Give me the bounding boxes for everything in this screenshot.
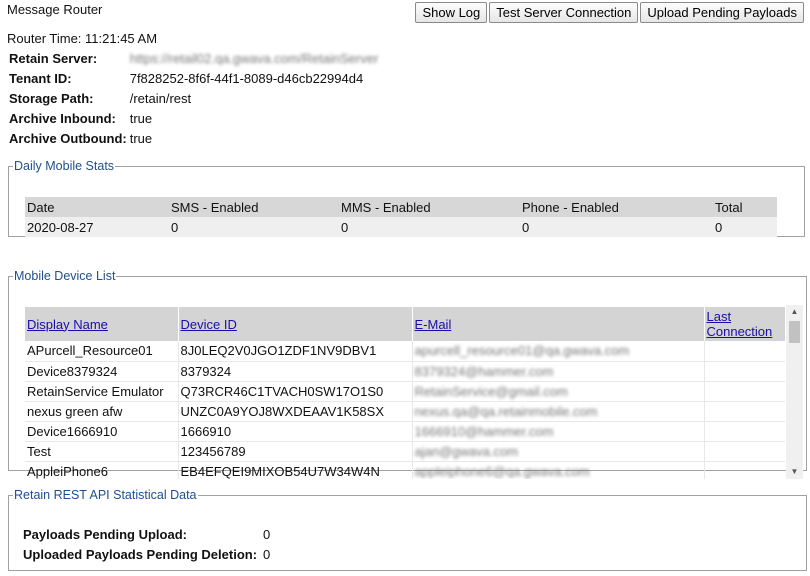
column-header-display-name[interactable]: Display Name [25,307,179,341]
stats-cell: 0 [339,217,520,237]
scroll-up-arrow-icon[interactable]: ▲ [786,305,803,319]
mobile-device-list-panel: Mobile Device List Display Name Device I… [8,269,807,479]
device-email: apurcell_resource01@qa.gwava.com [412,341,705,362]
device-id: 1666910 [178,421,413,442]
scroll-down-arrow-icon[interactable]: ▼ [786,465,803,479]
device-email: 1666910@hammer.com [412,421,705,442]
device-id: 8379324 [178,361,413,382]
rest-stats-table: Payloads Pending Upload: 0 Uploaded Payl… [23,524,270,564]
sort-display-name-link[interactable]: Display Name [27,317,108,332]
mobile-device-list-legend: Mobile Device List [14,269,116,283]
table-row[interactable]: nexus green afw UNZC0A9YOJ8WXDEAAV1K58SX… [25,401,785,422]
device-display-name: RetainService Emulator [25,381,179,402]
device-last-connection [704,461,785,479]
toolbar: Show Log Test Server Connection Upload P… [415,2,804,23]
stats-cell: 0 [713,217,777,237]
device-last-connection [704,421,785,442]
table-row[interactable]: Device8379324 8379324 8379324@hammer.com [25,361,785,382]
daily-mobile-stats-panel: Daily Mobile Stats Date SMS - Enabled MM… [8,159,805,237]
sort-device-id-link[interactable]: Device ID [181,317,237,332]
device-email: RetainService@gmail.com [412,381,705,402]
column-header-email[interactable]: E-Mail [412,307,705,341]
device-email: ajan@gwava.com [412,441,705,462]
retain-rest-api-stats-legend: Retain REST API Statistical Data [14,488,197,502]
retain-rest-api-stats-panel: Retain REST API Statistical Data Payload… [8,488,807,571]
stats-header-phone: Phone - Enabled [520,197,713,217]
storage-path-value: /retain/rest [129,90,192,106]
column-header-device-id[interactable]: Device ID [178,307,413,341]
storage-path-label: Storage Path: [9,90,94,106]
sort-email-link[interactable]: E-Mail [415,317,452,332]
archive-outbound-label: Archive Outbound: [9,130,127,146]
device-email: appleiphone6@qa.gwava.com [412,461,705,479]
upload-pending-payloads-button[interactable]: Upload Pending Payloads [640,2,804,23]
device-id: Q73RCR46C1TVACH0SW17O1S0 [178,381,413,402]
device-id: 123456789 [178,441,413,462]
table-row[interactable]: RetainService Emulator Q73RCR46C1TVACH0S… [25,381,785,402]
table-row[interactable]: APurcell_Resource01 8J0LEQ2V0JGO1ZDF1NV9… [25,341,785,362]
stats-cell: 2020-08-27 [25,217,169,237]
device-display-name: AppleiPhone6 [25,461,179,479]
show-log-button[interactable]: Show Log [415,2,488,23]
device-display-name: APurcell_Resource01 [25,341,179,362]
stats-header-mms: MMS - Enabled [339,197,520,217]
table-row[interactable]: AppleiPhone6 EB4EFQEI9MIXOB54U7W34W4N ap… [25,461,785,479]
device-list-scrollbar[interactable]: ▲ ▼ [786,305,803,479]
archive-inbound-label: Archive Inbound: [9,110,116,126]
payloads-pending-deletion-label: Uploaded Payloads Pending Deletion: [23,546,258,562]
scrollbar-thumb[interactable] [789,321,800,343]
device-last-connection [704,361,785,382]
stats-header-date: Date [25,197,169,217]
app-title: Message Router [7,2,103,17]
daily-mobile-stats-legend: Daily Mobile Stats [14,159,115,173]
tenant-id-label: Tenant ID: [9,70,72,86]
table-row: 2020-08-27 0 0 0 0 [25,217,777,237]
device-id: EB4EFQEI9MIXOB54U7W34W4N [178,461,413,479]
device-email: 8379324@hammer.com [412,361,705,382]
device-display-name: Device1666910 [25,421,179,442]
retain-server-label: Retain Server: [9,50,98,66]
column-header-last-connection[interactable]: Last Connection [704,307,785,341]
retain-server-value: https://retail02.qa.gwava.com/RetainServ… [129,50,379,66]
stats-header-total: Total [713,197,777,217]
stats-cell: 0 [169,217,339,237]
table-row[interactable]: Test 123456789 ajan@gwava.com [25,441,785,462]
stats-header-sms: SMS - Enabled [169,197,339,217]
device-display-name: Test [25,441,179,462]
device-display-name: Device8379324 [25,361,179,382]
payloads-pending-upload-label: Payloads Pending Upload: [23,526,187,542]
archive-inbound-value: true [129,110,153,126]
device-last-connection [704,381,785,402]
payloads-pending-upload-value: 0 [263,526,271,542]
archive-outbound-value: true [129,130,153,146]
test-server-connection-button[interactable]: Test Server Connection [489,2,639,23]
device-email: nexus.qa@qa.retainmobile.com [412,401,705,422]
mobile-device-table: Display Name Device ID E-Mail Last Conne… [25,307,785,479]
stats-cell: 0 [520,217,713,237]
daily-mobile-stats-table: Date SMS - Enabled MMS - Enabled Phone -… [25,197,777,237]
payloads-pending-deletion-value: 0 [263,546,271,562]
tenant-id-value: 7f828252-8f6f-44f1-8089-d46cb22994d4 [129,70,364,86]
device-last-connection [704,341,785,362]
device-last-connection [704,441,785,462]
device-id: 8J0LEQ2V0JGO1ZDF1NV9DBV1 [178,341,413,362]
device-last-connection [704,401,785,422]
table-row[interactable]: Device1666910 1666910 1666910@hammer.com [25,421,785,442]
router-time: Router Time: 11:21:45 AM [7,31,158,46]
sort-last-connection-link[interactable]: Last Connection [707,309,773,339]
router-info: Retain Server: https://retail02.qa.gwava… [9,48,378,148]
device-id: UNZC0A9YOJ8WXDEAAV1K58SX [178,401,413,422]
device-list-scroll-area[interactable]: Display Name Device ID E-Mail Last Conne… [25,307,785,479]
device-display-name: nexus green afw [25,401,179,422]
